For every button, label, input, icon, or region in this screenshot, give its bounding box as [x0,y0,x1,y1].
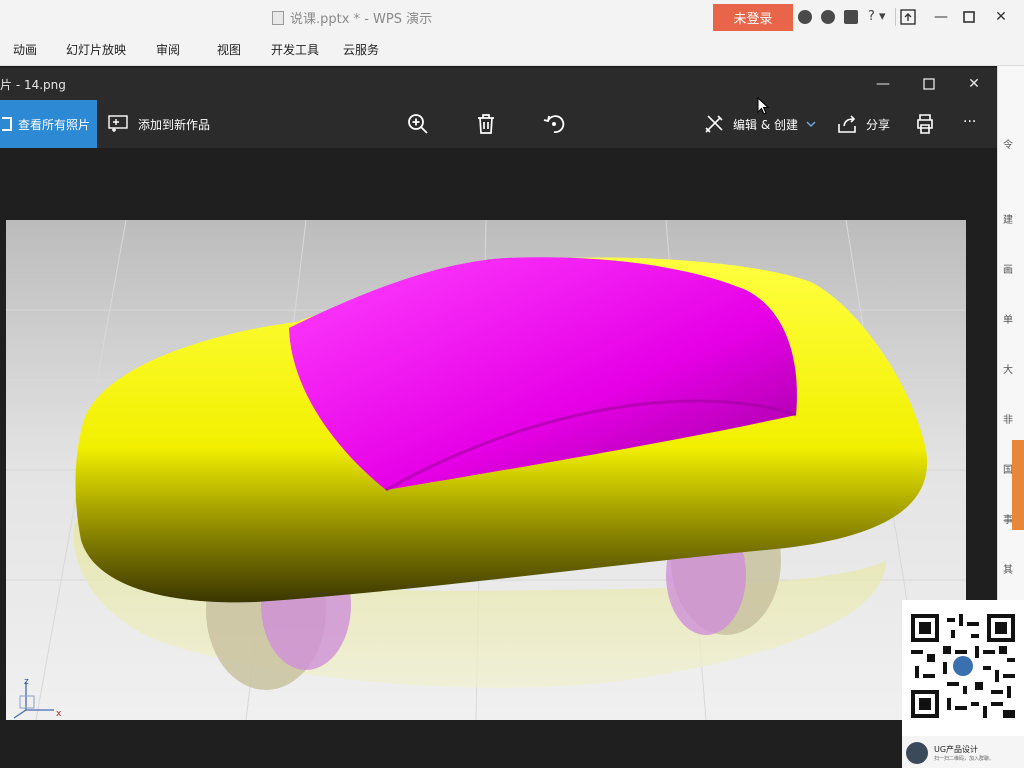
delete-icon[interactable] [474,112,498,136]
qr-card-footer: UG产品设计 扫一扫二维码，加入群聊。 [902,736,1024,768]
add-to-creation-label: 添加到新作品 [138,117,211,132]
viewer-window-title: 片 - 14.png [0,78,66,92]
menu-view[interactable]: 视图 [217,41,241,58]
qr-subtitle: 扫一扫二维码，加入群聊。 [934,756,995,762]
chevron-down-icon [806,121,816,128]
upload-icon-glyph [900,9,916,25]
menu-review[interactable]: 审阅 [156,41,180,58]
view-all-photos-button[interactable]: 查看所有照片 [0,100,97,148]
axis-x-label: x [56,709,62,719]
rotate-icon[interactable] [542,112,566,136]
wps-document-title-text: 说课.pptx * - WPS 演示 [290,12,433,27]
photos-viewer-window: 片 - 14.png — ✕ 查看所有照片 添加到新作品 编辑 & 创建 分享 … [0,68,997,768]
pane-text: 大 [1003,365,1013,376]
share-label: 分享 [866,117,891,132]
pane-text: 建 [1003,215,1013,226]
viewer-close-icon[interactable]: ✕ [962,72,986,96]
title-divider [895,8,896,26]
wps-title-bar: 说课.pptx * - WPS 演示 未登录 ? ▾ — ✕ [0,0,1024,34]
more-options-icon[interactable]: ··· [963,114,976,130]
pane-text: 单 [1003,315,1013,326]
menu-cloud-service[interactable]: 云服务 [343,41,379,58]
wps-ribbon-tabs: 动画 幻灯片放映 审阅 视图 开发工具 云服务 [0,34,1024,66]
share-icon [838,115,856,133]
maximize-icon[interactable] [958,6,980,28]
qr-code-card: UG产品设计 扫一扫二维码，加入群聊。 [902,600,1024,768]
viewer-minimize-icon[interactable]: — [871,72,895,96]
close-icon[interactable]: ✕ [990,6,1012,28]
wps-document-title: 说课.pptx * - WPS 演示 [272,8,432,27]
login-button[interactable]: 未登录 [713,4,793,31]
qr-code [911,614,1015,718]
car-render-graphic: z x [6,220,966,720]
pane-text: 非 [1003,415,1013,426]
edit-create-icon [705,115,723,133]
minimize-icon[interactable]: — [930,6,952,28]
menu-animation[interactable]: 动画 [13,41,37,58]
skin-icon[interactable] [798,10,812,24]
feedback-icon[interactable] [844,10,858,24]
upload-icon[interactable] [897,6,919,28]
qr-account-name: UG产品设计 [934,745,979,754]
menu-slideshow[interactable]: 幻灯片放映 [66,41,126,58]
screen: 说课.pptx * - WPS 演示 未登录 ? ▾ — ✕ 动画 幻灯片放映 … [0,0,1024,768]
view-all-photos-label: 查看所有照片 [18,117,91,132]
maximize-icon-glyph [963,11,975,23]
viewer-toolbar: 查看所有照片 添加到新作品 编辑 & 创建 分享 ··· [0,100,997,148]
pane-text: 其 [1003,565,1013,576]
shield-icon[interactable] [821,10,835,24]
menu-developer-tools[interactable]: 开发工具 [271,41,319,58]
account-logo-icon [906,742,928,764]
help-menu[interactable]: ? ▾ [868,9,886,24]
add-to-creation-button[interactable]: 添加到新作品 [108,100,210,148]
viewer-maximize-icon[interactable] [917,72,941,96]
displayed-image: z x [6,220,966,720]
viewer-maximize-glyph [923,78,935,90]
pptx-file-icon [272,10,284,25]
photos-icon [2,117,12,131]
side-tab[interactable] [1012,440,1024,530]
share-button[interactable]: 分享 [836,100,890,148]
axis-z-label: z [24,677,29,687]
viewer-title-bar: 片 - 14.png — ✕ [0,68,997,100]
pane-text: 令 [1003,140,1013,151]
mouse-cursor [757,97,769,115]
add-creation-icon [108,115,128,132]
zoom-in-icon[interactable] [406,112,430,136]
pane-text: 画 [1003,265,1013,276]
edit-create-label: 编辑 & 创建 [733,117,798,132]
print-icon[interactable] [913,112,937,136]
